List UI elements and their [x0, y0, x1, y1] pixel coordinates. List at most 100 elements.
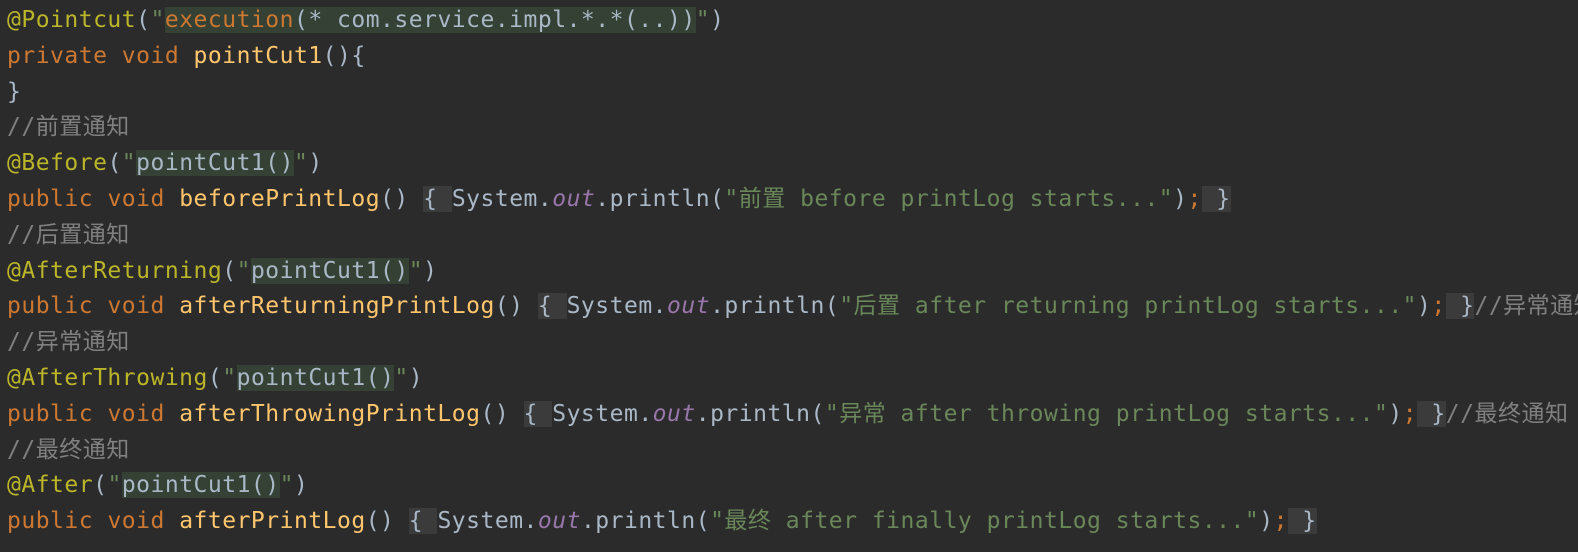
before-comment-line[interactable]: //前置通知: [7, 110, 1578, 146]
code-token: ): [1417, 293, 1432, 320]
pointcut-annotation-line[interactable]: @Pointcut("execution(* com.service.impl.…: [7, 3, 1578, 39]
code-token: }: [1417, 400, 1446, 427]
code-token: ): [1388, 400, 1403, 427]
code-token: (): [365, 508, 409, 535]
code-token: out: [537, 508, 581, 535]
code-token: ): [423, 257, 438, 284]
code-token: {: [523, 400, 553, 427]
code-token: ): [408, 364, 424, 391]
code-token: System.: [451, 185, 553, 212]
after-throwing-annotation-line[interactable]: @AfterThrowing("pointCut1()"): [7, 361, 1578, 397]
code-token: "前置 before printLog starts...": [724, 185, 1174, 212]
code-token: public: [7, 293, 108, 320]
code-token: ": [279, 472, 294, 499]
code-token: public: [7, 508, 108, 535]
code-token: "后置 after returning printLog starts...": [839, 293, 1418, 320]
before-method-line[interactable]: public void beforePrintLog() { System.ou…: [7, 182, 1578, 218]
code-token: afterThrowingPrintLog: [179, 400, 481, 427]
code-token: void: [107, 400, 180, 427]
code-token: ;: [1431, 293, 1446, 320]
code-token: ;: [1187, 185, 1202, 212]
closing-brace-line[interactable]: }: [7, 75, 1578, 111]
code-token: (): [480, 400, 524, 427]
code-token: @After: [7, 472, 94, 499]
code-token: .println(: [695, 400, 825, 427]
code-token: ": [150, 7, 165, 33]
code-token: public: [7, 185, 108, 212]
code-token: .println(: [595, 185, 725, 212]
code-token: .println(: [710, 293, 840, 320]
code-token: pointCut1(): [236, 364, 395, 391]
code-token: pointCut1(): [121, 472, 280, 499]
code-token: ": [121, 150, 137, 177]
code-token: out: [667, 293, 711, 320]
code-token: ": [408, 257, 424, 284]
code-token: }: [1287, 508, 1317, 535]
code-token: "异常 after throwing printLog starts...": [824, 400, 1389, 427]
code-token: System.: [437, 508, 538, 535]
code-token: @AfterThrowing: [7, 364, 208, 391]
code-token: public: [7, 400, 108, 427]
code-token: (* com.service.impl.*.*(..)): [293, 7, 696, 33]
code-token: void: [107, 185, 180, 212]
code-token: {: [537, 293, 567, 320]
after-returning-comment-line[interactable]: //后置通知: [7, 218, 1578, 254]
code-token: pointCut1: [193, 42, 323, 69]
code-token: out: [652, 400, 696, 427]
after-annotation-line[interactable]: @After("pointCut1()"): [7, 468, 1578, 504]
code-token: ;: [1273, 508, 1288, 535]
code-token: System.: [566, 293, 668, 320]
code-token: @AfterReturning: [7, 257, 223, 284]
code-token: (: [207, 364, 223, 391]
code-token: afterReturningPrintLog: [179, 293, 495, 320]
code-token: @Pointcut: [7, 7, 137, 33]
code-token: (: [107, 150, 122, 177]
code-token: ): [308, 150, 323, 177]
code-token: //异常通知: [1474, 293, 1578, 320]
code-token: {: [408, 508, 438, 535]
code-token: ;: [1402, 400, 1418, 427]
code-token: @Before: [7, 150, 108, 177]
code-token: ": [695, 7, 711, 33]
code-token: ): [1173, 185, 1188, 212]
code-token: {: [423, 185, 452, 212]
code-token: //最终通知: [7, 436, 130, 463]
after-throwing-comment-line[interactable]: //异常通知: [7, 325, 1578, 361]
code-token: //后置通知: [7, 221, 130, 248]
code-token: "最终 after finally printLog starts...": [710, 508, 1260, 535]
code-token: ): [294, 472, 309, 499]
code-token: execution: [164, 7, 294, 33]
code-token: ": [222, 364, 237, 391]
pointcut-method-line[interactable]: private void pointCut1(){: [7, 39, 1578, 75]
code-token: (): [494, 293, 538, 320]
code-token: afterPrintLog: [179, 508, 366, 535]
after-returning-method-line[interactable]: public void afterReturningPrintLog() { S…: [7, 289, 1578, 325]
code-token: ): [710, 7, 725, 33]
before-annotation-line[interactable]: @Before("pointCut1()"): [7, 146, 1578, 182]
code-token: //最终通知: [1445, 400, 1569, 427]
code-token: pointCut1(): [136, 150, 294, 177]
code-token: private: [7, 42, 122, 69]
code-token: System.: [552, 400, 653, 427]
code-token: //前置通知: [7, 114, 130, 141]
code-token: ": [236, 257, 251, 284]
after-method-line[interactable]: public void afterPrintLog() { System.out…: [7, 504, 1578, 540]
code-token: }: [1445, 293, 1475, 320]
after-throwing-method-line[interactable]: public void afterThrowingPrintLog() { Sy…: [7, 397, 1578, 433]
code-token: out: [552, 185, 596, 212]
code-token: .println(: [580, 508, 711, 535]
code-token: pointCut1(): [250, 257, 409, 284]
code-token: //异常通知: [7, 329, 130, 356]
code-token: void: [107, 293, 180, 320]
code-token: ": [107, 472, 122, 499]
code-editor[interactable]: @Pointcut("execution(* com.service.impl.…: [7, 3, 1578, 540]
code-token: (: [136, 7, 151, 33]
code-token: (){: [322, 42, 366, 69]
code-token: (: [222, 257, 237, 284]
code-token: }: [7, 78, 22, 105]
after-returning-annotation-line[interactable]: @AfterReturning("pointCut1()"): [7, 254, 1578, 290]
code-token: void: [121, 42, 194, 69]
code-token: (): [380, 185, 424, 212]
after-comment-line[interactable]: //最终通知: [7, 433, 1578, 469]
code-token: }: [1201, 185, 1231, 212]
